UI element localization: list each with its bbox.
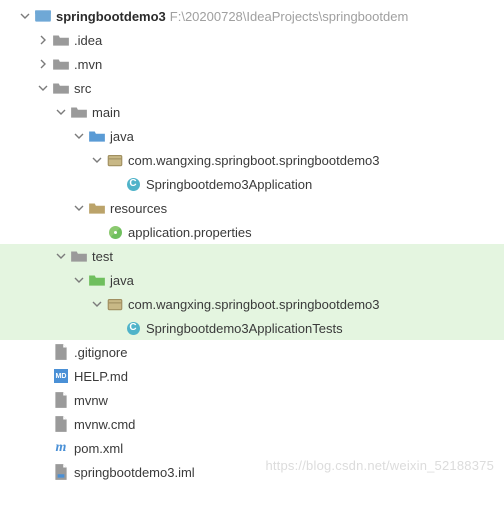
package-icon bbox=[106, 152, 124, 168]
tree-row-mvn[interactable]: .mvn bbox=[0, 52, 504, 76]
node-label: .idea bbox=[74, 34, 102, 47]
file-icon bbox=[52, 344, 70, 360]
node-label: resources bbox=[110, 202, 167, 215]
tree-row-project-root[interactable]: springbootdemo3 F:\20200728\IdeaProjects… bbox=[0, 4, 504, 28]
java-class-icon: C bbox=[124, 176, 142, 192]
properties-file-icon bbox=[106, 224, 124, 240]
folder-icon bbox=[52, 80, 70, 96]
module-file-icon bbox=[52, 464, 70, 480]
node-label: .gitignore bbox=[74, 346, 127, 359]
node-label: application.properties bbox=[128, 226, 252, 239]
tree-row-mvnw-cmd[interactable]: mvnw.cmd bbox=[0, 412, 504, 436]
node-label: src bbox=[74, 82, 91, 95]
node-label: java bbox=[110, 274, 134, 287]
tree-row-test[interactable]: test bbox=[0, 244, 504, 268]
project-path: F:\20200728\IdeaProjects\springbootdem bbox=[166, 10, 409, 23]
java-test-class-icon: C bbox=[124, 320, 142, 336]
folder-icon bbox=[70, 248, 88, 264]
tree-row-mvnw[interactable]: mvnw bbox=[0, 388, 504, 412]
tree-row-main[interactable]: main bbox=[0, 100, 504, 124]
maven-file-icon: m bbox=[52, 440, 70, 456]
folder-icon bbox=[52, 32, 70, 48]
file-icon bbox=[52, 416, 70, 432]
chevron-down-icon[interactable] bbox=[36, 81, 50, 95]
tree-row-iml[interactable]: springbootdemo3.iml bbox=[0, 460, 504, 484]
chevron-down-icon[interactable] bbox=[54, 105, 68, 119]
source-folder-icon bbox=[88, 128, 106, 144]
module-icon bbox=[34, 8, 52, 24]
project-tree[interactable]: springbootdemo3 F:\20200728\IdeaProjects… bbox=[0, 0, 504, 484]
tree-row-help-md[interactable]: MD HELP.md bbox=[0, 364, 504, 388]
chevron-down-icon[interactable] bbox=[90, 153, 104, 167]
node-label: .mvn bbox=[74, 58, 102, 71]
node-label: main bbox=[92, 106, 120, 119]
chevron-down-icon[interactable] bbox=[72, 273, 86, 287]
chevron-right-icon[interactable] bbox=[36, 33, 50, 47]
tree-row-class-test[interactable]: C Springbootdemo3ApplicationTests bbox=[0, 316, 504, 340]
node-label: mvnw.cmd bbox=[74, 418, 135, 431]
node-label: com.wangxing.springboot.springbootdemo3 bbox=[128, 154, 380, 167]
project-name: springbootdemo3 bbox=[56, 10, 166, 23]
chevron-down-icon[interactable] bbox=[54, 249, 68, 263]
node-label: springbootdemo3.iml bbox=[74, 466, 195, 479]
tree-row-gitignore[interactable]: .gitignore bbox=[0, 340, 504, 364]
tree-row-pom[interactable]: m pom.xml bbox=[0, 436, 504, 460]
chevron-down-icon[interactable] bbox=[72, 201, 86, 215]
tree-row-package-main[interactable]: com.wangxing.springboot.springbootdemo3 bbox=[0, 148, 504, 172]
node-label: test bbox=[92, 250, 113, 263]
node-label: pom.xml bbox=[74, 442, 123, 455]
chevron-down-icon[interactable] bbox=[18, 9, 32, 23]
node-label: java bbox=[110, 130, 134, 143]
tree-row-java-main[interactable]: java bbox=[0, 124, 504, 148]
node-label: mvnw bbox=[74, 394, 108, 407]
tree-row-resources[interactable]: resources bbox=[0, 196, 504, 220]
node-label: Springbootdemo3Application bbox=[146, 178, 312, 191]
package-icon bbox=[106, 296, 124, 312]
resources-folder-icon bbox=[88, 200, 106, 216]
tree-row-app-properties[interactable]: application.properties bbox=[0, 220, 504, 244]
folder-icon bbox=[52, 56, 70, 72]
markdown-file-icon: MD bbox=[52, 368, 70, 384]
tree-row-idea[interactable]: .idea bbox=[0, 28, 504, 52]
tree-row-java-test[interactable]: java bbox=[0, 268, 504, 292]
node-label: com.wangxing.springboot.springbootdemo3 bbox=[128, 298, 380, 311]
tree-row-src[interactable]: src bbox=[0, 76, 504, 100]
node-label: Springbootdemo3ApplicationTests bbox=[146, 322, 343, 335]
folder-icon bbox=[70, 104, 88, 120]
chevron-down-icon[interactable] bbox=[72, 129, 86, 143]
tree-row-package-test[interactable]: com.wangxing.springboot.springbootdemo3 bbox=[0, 292, 504, 316]
tree-row-class-main[interactable]: C Springbootdemo3Application bbox=[0, 172, 504, 196]
test-folder-icon bbox=[88, 272, 106, 288]
chevron-right-icon[interactable] bbox=[36, 57, 50, 71]
chevron-down-icon[interactable] bbox=[90, 297, 104, 311]
node-label: HELP.md bbox=[74, 370, 128, 383]
file-icon bbox=[52, 392, 70, 408]
